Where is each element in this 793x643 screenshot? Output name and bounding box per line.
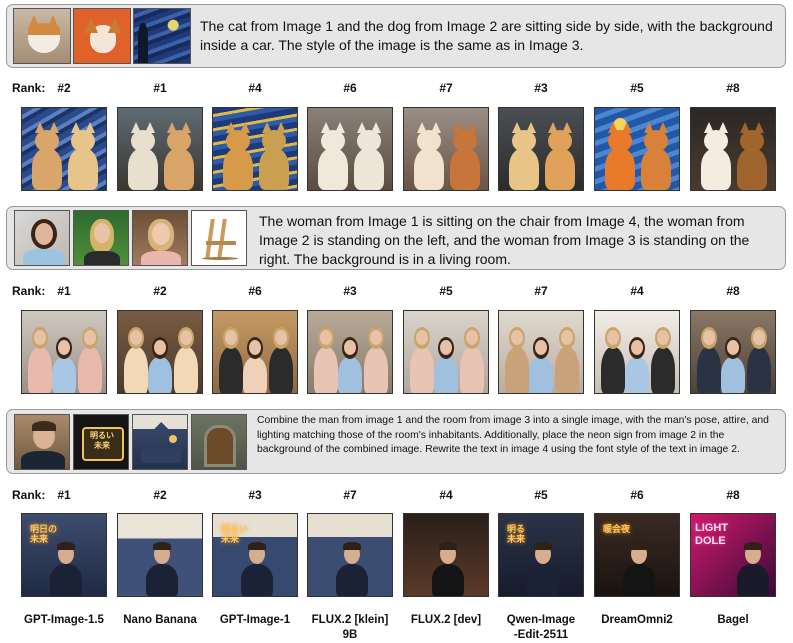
model-label-7: DreamOmni2 (591, 613, 683, 628)
rank-row1-col7: #5 (630, 81, 644, 95)
rank-row1-col1: #2 (57, 81, 71, 95)
prompt-box-1: The cat from Image 1 and the dog from Im… (6, 4, 786, 68)
model-label-5: FLUX.2 [dev] (400, 613, 492, 628)
generated-image-row3-col5 (403, 513, 489, 597)
reference-image-chair (191, 210, 247, 266)
rank-row3-col3: #3 (248, 488, 262, 502)
reference-image-dog (73, 8, 131, 64)
model-label-line: Nano Banana (123, 614, 197, 626)
rank-row2-col8: #8 (726, 284, 740, 298)
rank-row3-col4: #7 (343, 488, 357, 502)
generated-image-row3-col7: 暖会夜 (594, 513, 680, 597)
generated-image-row2-col6 (498, 310, 584, 394)
generated-image-row1-col5 (403, 107, 489, 191)
model-label-line: 9B (342, 628, 358, 641)
rank-row3-col8: #8 (726, 488, 740, 502)
generated-image-row1-col2 (117, 107, 203, 191)
prompt-box-3: 明るい 未来 Combine the man from image 1 and … (6, 409, 786, 474)
generated-image-row1-col6 (498, 107, 584, 191)
reference-image-woman-2 (73, 210, 129, 266)
reference-image-man (14, 414, 70, 470)
model-label-line: GPT-Image-1 (219, 614, 291, 626)
generated-image-row2-col4 (307, 310, 393, 394)
generated-image-row2-col3 (212, 310, 298, 394)
model-label-line: Qwen-Image (506, 614, 576, 626)
reference-image-stone-gate (191, 414, 247, 470)
model-label-line: Bagel (717, 614, 749, 626)
rank-row1-col6: #3 (534, 81, 548, 95)
reference-image-woman-1 (14, 210, 70, 266)
rank-row3-col6: #5 (534, 488, 548, 502)
generated-image-row3-col1: 明日の 未来 (21, 513, 107, 597)
generated-image-row3-col2 (117, 513, 203, 597)
reference-image-woman-3 (132, 210, 188, 266)
model-label-line: DreamOmni2 (601, 614, 673, 626)
rank-row1-col3: #4 (248, 81, 262, 95)
generated-image-row3-col3: 明るい 未来 (212, 513, 298, 597)
generated-image-row3-col8: LIGHT DOLE (690, 513, 776, 597)
reference-image-cat (13, 8, 71, 64)
prompt-box-2: The woman from Image 1 is sitting on the… (6, 206, 786, 270)
neon-sign-text: 明日の 未来 (30, 524, 58, 545)
model-label-line: FLUX.2 [klein] (311, 614, 389, 626)
generated-image-row1-col3 (212, 107, 298, 191)
generated-image-row2-col1 (21, 310, 107, 394)
generated-image-row1-col4 (307, 107, 393, 191)
neon-sign-text: 明るい 未来 (90, 431, 114, 450)
model-label-4: FLUX.2 [klein] 9B (304, 613, 396, 643)
rank-row1-col2: #1 (153, 81, 167, 95)
rank-row2-col3: #6 (248, 284, 262, 298)
reference-image-starry-night (133, 8, 191, 64)
neon-sign-text: 明る 未来 (507, 524, 526, 545)
generated-image-row2-col8 (690, 310, 776, 394)
model-label-8: Bagel (687, 613, 779, 628)
rank-row2-col2: #2 (153, 284, 167, 298)
generated-image-row1-col8 (690, 107, 776, 191)
reference-image-room (132, 414, 188, 470)
neon-sign-text: 暖会夜 (603, 524, 631, 534)
rank-row2-col4: #3 (343, 284, 357, 298)
rank-row2-col1: #1 (57, 284, 71, 298)
rank-row3-col7: #6 (630, 488, 644, 502)
rank-row2-col7: #4 (630, 284, 644, 298)
model-label-6: Qwen-Image -Edit-2511 (495, 613, 587, 643)
rank-row3-col2: #2 (153, 488, 167, 502)
rank-row1-col8: #8 (726, 81, 740, 95)
rank-row2-col6: #7 (534, 284, 548, 298)
generated-image-row2-col7 (594, 310, 680, 394)
rank-row1-col4: #6 (343, 81, 357, 95)
model-label-line: GPT-Image-1.5 (24, 614, 104, 626)
rank-row2-col5: #5 (439, 284, 453, 298)
generated-image-row3-col6: 明る 未来 (498, 513, 584, 597)
reference-image-neon-sign: 明るい 未来 (73, 414, 129, 470)
model-label-line: -Edit-2511 (513, 628, 569, 641)
rank-row3-col1: #1 (57, 488, 71, 502)
rank-row3-col5: #4 (439, 488, 453, 502)
rank-row1-col5: #7 (439, 81, 453, 95)
generated-image-row1-col7 (594, 107, 680, 191)
model-label-line: FLUX.2 [dev] (410, 614, 482, 626)
prompt-text-1: The cat from Image 1 and the dog from Im… (200, 18, 773, 53)
model-label-2: Nano Banana (114, 613, 206, 628)
generated-image-row2-col5 (403, 310, 489, 394)
neon-sign-text: LIGHT DOLE (695, 522, 728, 547)
model-label-1: GPT-Image-1.5 (18, 613, 110, 628)
neon-sign-text: 明るい 未来 (221, 524, 249, 545)
prompt-text-3: Combine the man from image 1 and the roo… (257, 415, 769, 456)
generated-image-row3-col4 (307, 513, 393, 597)
generated-image-row1-col1 (21, 107, 107, 191)
generated-image-row2-col2 (117, 310, 203, 394)
model-label-3: GPT-Image-1 (209, 613, 301, 628)
prompt-text-2: The woman from Image 1 is sitting on the… (259, 213, 750, 267)
